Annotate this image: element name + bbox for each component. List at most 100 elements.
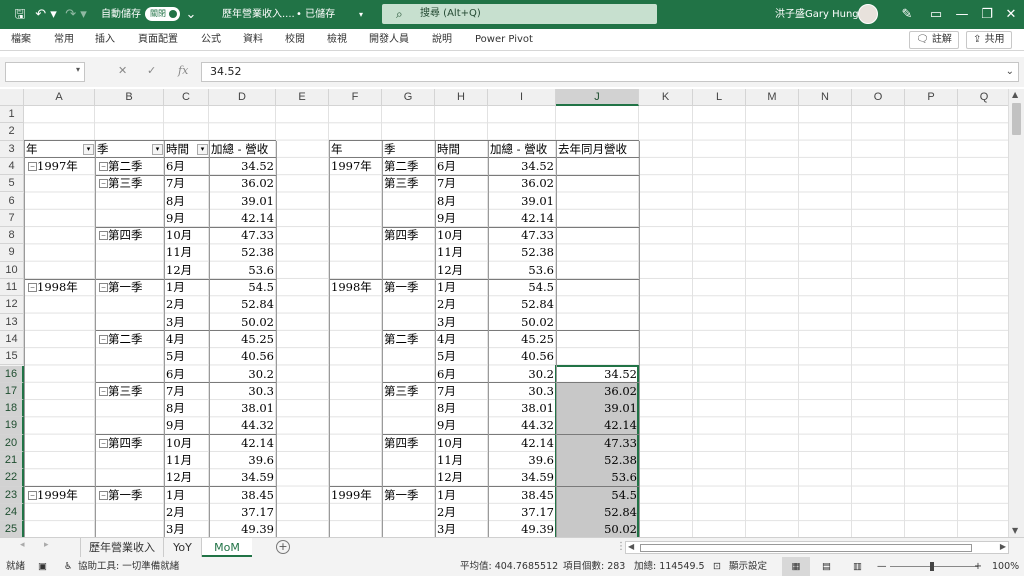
scroll-right-icon[interactable]: ▶ [1000,542,1006,551]
pivot1-value-cell[interactable]: 53.6 [211,262,274,279]
pivot1-quarter-label[interactable]: 第三季 − [97,175,162,192]
pivot1-value-cell[interactable]: 30.3 [211,383,274,400]
column-header-p[interactable]: P [905,89,958,106]
prev-year-value-cell[interactable]: 50.02 [558,521,637,537]
pivot1-month-cell[interactable]: 9月 [166,210,207,227]
pivot2-month-cell[interactable]: 1月 [437,487,486,504]
pivot2-year-label[interactable]: 1998年 [331,279,380,296]
pivot2-header-2[interactable]: 時間 [437,141,486,158]
row-header-19[interactable]: 19 [0,417,24,435]
pivot2-quarter-label[interactable]: 第二季 [384,331,433,348]
zoom-slider[interactable] [890,566,978,567]
pivot1-year-label[interactable]: 1998年 − [26,279,93,296]
scroll-up-icon[interactable]: ▲ [1012,90,1018,99]
horizontal-scroll-thumb[interactable] [640,544,972,552]
row-header-11[interactable]: 11 [0,279,24,297]
accessibility-status[interactable]: 協助工具: 一切準備就緒 [78,557,179,576]
prev-year-value-cell[interactable]: 54.5 [558,487,637,504]
file-name[interactable]: 歷年營業收入.... [222,0,295,29]
column-header-a[interactable]: A [24,89,95,106]
pivot2-value-cell[interactable]: 53.6 [490,262,554,279]
column-header-e[interactable]: E [276,89,329,106]
column-header-i[interactable]: I [488,89,556,106]
user-name[interactable]: 洪子盛Gary Hung [775,0,859,29]
pivot2-header-4[interactable]: 去年同月營收 [558,141,637,158]
pivot1-value-cell[interactable]: 39.6 [211,452,274,469]
pivot2-quarter-label[interactable]: 第一季 [384,279,433,296]
pivot2-year-label[interactable]: 1999年 [331,487,380,504]
pivot2-value-cell[interactable]: 40.56 [490,348,554,365]
pivot2-value-cell[interactable]: 42.14 [490,210,554,227]
menu-item-power-pivot[interactable]: Power Pivot [475,29,533,51]
pivot1-value-cell[interactable]: 54.5 [211,279,274,296]
pivot1-value-cell[interactable]: 52.38 [211,244,274,261]
pivot1-value-cell[interactable]: 38.01 [211,400,274,417]
row-header-12[interactable]: 12 [0,296,24,314]
column-header-g[interactable]: G [382,89,435,106]
collapse-icon[interactable]: − [99,179,108,189]
prev-sheet-icon[interactable]: ◂ [20,540,25,550]
menu-item-insert[interactable]: 插入 [95,29,115,51]
pivot1-value-cell[interactable]: 34.52 [211,158,274,175]
row-header-1[interactable]: 1 [0,106,24,124]
save-icon[interactable]: 🖫 [10,0,30,29]
row-header-23[interactable]: 23 [0,486,24,504]
row-header-17[interactable]: 17 [0,382,24,401]
pivot1-value-cell[interactable]: 50.02 [211,314,274,331]
pivot2-month-cell[interactable]: 12月 [437,469,486,486]
pivot2-header-1[interactable]: 季 [384,141,433,158]
spreadsheet-grid[interactable]: A B C D E F G H I J K L M N O P Q 1 2 3 4 5 6 7 8 9 10 11 12 13 14 15 16… [0,89,1008,537]
row-header-2[interactable]: 2 [0,123,24,141]
tab-mom[interactable]: MoM [202,538,252,557]
pivot2-value-cell[interactable]: 50.02 [490,314,554,331]
menu-item-help[interactable]: 說明 [432,29,452,51]
row-header-24[interactable]: 24 [0,503,24,522]
share-button[interactable]: ⇪ 共用 [966,31,1012,49]
pivot2-value-cell[interactable]: 39.6 [490,452,554,469]
row-header-22[interactable]: 22 [0,469,24,487]
pivot2-quarter-label[interactable]: 第三季 [384,383,433,400]
pivot2-value-cell[interactable]: 39.01 [490,193,554,210]
pivot2-month-cell[interactable]: 10月 [437,227,486,244]
prev-year-value-cell[interactable]: 47.33 [558,435,637,452]
pivot2-month-cell[interactable]: 12月 [437,262,486,279]
pivot1-value-cell[interactable]: 38.45 [211,487,274,504]
expand-formula-icon[interactable]: ⌄ [1006,63,1014,81]
pivot1-value-cell[interactable]: 45.25 [211,331,274,348]
pivot1-header-3[interactable]: 加總 - 營收 [211,141,274,158]
menu-item-page-layout[interactable]: 頁面配置 [138,29,178,51]
column-header-k[interactable]: K [639,89,693,106]
vertical-scrollbar[interactable]: ▲ ▼ [1008,89,1024,537]
pivot1-value-cell[interactable]: 42.14 [211,435,274,452]
pivot2-month-cell[interactable]: 3月 [437,314,486,331]
row-header-4[interactable]: 4 [0,157,24,176]
pivot1-header-1[interactable]: 季 ▾ [97,141,163,158]
page-layout-view-icon[interactable]: ▤ [822,557,831,576]
collapse-icon[interactable]: − [99,438,108,448]
restore-icon[interactable]: ❐ [978,0,996,29]
insert-function-icon[interactable]: fx [178,64,188,77]
pivot2-value-cell[interactable]: 38.01 [490,400,554,417]
pivot1-quarter-label[interactable]: 第四季 − [97,227,162,244]
collapse-icon[interactable]: − [99,231,108,241]
zoom-level[interactable]: 100% [992,557,1019,576]
enter-icon[interactable]: ✓ [147,64,156,77]
pivot1-quarter-label[interactable]: 第四季 − [97,435,162,452]
pivot2-month-cell[interactable]: 9月 [437,417,486,434]
pivot2-value-cell[interactable]: 38.45 [490,487,554,504]
filter-dropdown-icon[interactable]: ▾ [197,143,208,155]
row-header-25[interactable]: 25 [0,521,24,537]
pivot2-quarter-label[interactable]: 第三季 [384,175,433,192]
average-status[interactable]: 平均值: 404.7685512 [460,557,558,576]
pivot1-month-cell[interactable]: 7月 [166,175,207,192]
pivot1-quarter-label[interactable]: 第二季 − [97,331,162,348]
tab-revenue-history[interactable]: 歷年營業收入 [80,538,164,557]
row-header-16[interactable]: 16 [0,365,24,383]
macro-record-icon[interactable]: ▣ [38,557,47,576]
page-break-view-icon[interactable]: ▥ [853,557,862,576]
row-header-6[interactable]: 6 [0,192,24,210]
column-header-c[interactable]: C [164,89,209,106]
row-header-10[interactable]: 10 [0,261,24,279]
comments-button[interactable]: 🗨 註解 [909,31,959,49]
pivot2-value-cell[interactable]: 54.5 [490,279,554,296]
